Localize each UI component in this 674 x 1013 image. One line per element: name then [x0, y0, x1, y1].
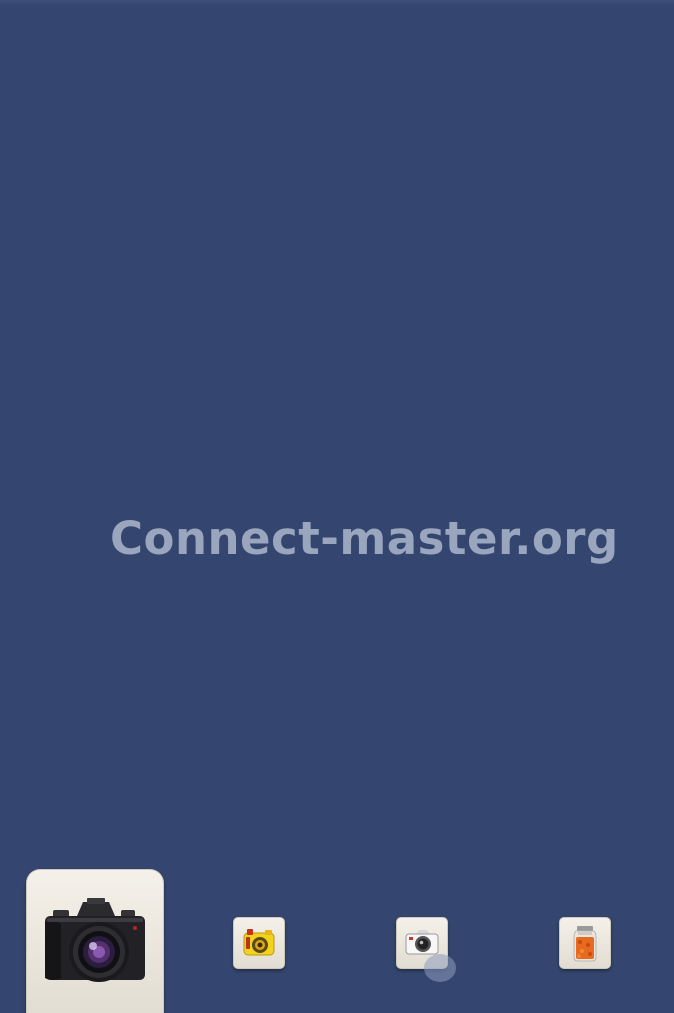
tray-item-orange-jar[interactable]: [559, 917, 611, 969]
watermark-text: Connect-master.org: [110, 512, 619, 565]
orange-jar-icon: [568, 923, 602, 963]
tray-item-yellow-camera[interactable]: [233, 917, 285, 969]
slr-camera-icon: [39, 894, 151, 990]
top-edge: [0, 0, 674, 6]
tray-item-slr-camera[interactable]: [26, 869, 164, 1013]
touch-indicator: [424, 954, 456, 982]
yellow-camera-icon: [239, 925, 279, 961]
